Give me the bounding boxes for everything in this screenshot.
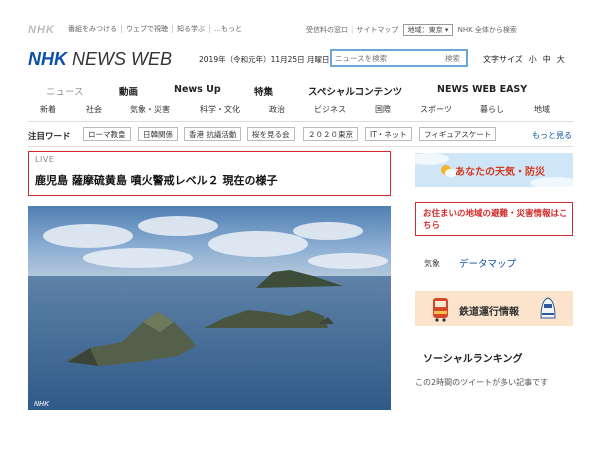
utility-link-learn[interactable]: 知る学ぶ bbox=[172, 25, 209, 33]
category-weather-disaster[interactable]: 気象・災害 bbox=[130, 104, 170, 115]
region-select[interactable]: 地域：東京 ▾ bbox=[402, 24, 454, 36]
category-regional[interactable]: 地域 bbox=[534, 104, 550, 115]
category-international[interactable]: 国際 bbox=[375, 104, 391, 115]
font-size-medium[interactable]: 中 bbox=[543, 55, 551, 64]
divider bbox=[28, 121, 573, 122]
live-badge: LIVE bbox=[35, 155, 55, 164]
keyword-tag[interactable]: 日韓関係 bbox=[138, 127, 178, 141]
nav-news-up[interactable]: News Up bbox=[174, 84, 221, 95]
keyword-tag[interactable]: 香港 抗議活動 bbox=[184, 127, 242, 141]
font-size-large[interactable]: 大 bbox=[557, 55, 565, 64]
island-aerial-image: NHK bbox=[28, 206, 391, 410]
utility-link-find-programs[interactable]: 番組をみつける bbox=[64, 25, 121, 33]
nav-features[interactable]: 特集 bbox=[254, 84, 273, 98]
sitemap-link[interactable]: サイトマップ bbox=[356, 26, 398, 34]
evacuation-info-label: お住まいの地域の避難・災害情報はこちら bbox=[423, 209, 568, 231]
photo-watermark: NHK bbox=[34, 401, 50, 408]
nav-video[interactable]: 動画 bbox=[119, 84, 138, 98]
nhk-all-search-link[interactable]: NHK 全体から検索 bbox=[458, 26, 517, 34]
utility-links: 番組をみつける ウェブで視聴 知る学ぶ …もっと bbox=[64, 24, 246, 34]
nav-special-contents[interactable]: スペシャルコンテンツ bbox=[308, 84, 402, 98]
site-logo[interactable]: NHK NEWS WEB bbox=[28, 49, 172, 70]
search-input[interactable] bbox=[335, 51, 435, 65]
category-science-culture[interactable]: 科学・文化 bbox=[200, 104, 240, 115]
chevron-down-icon: ▾ bbox=[444, 26, 449, 34]
data-map-link[interactable]: データマップ bbox=[459, 256, 516, 270]
font-size-label: 文字サイズ bbox=[483, 55, 523, 64]
utility-link-more[interactable]: …もっと bbox=[209, 25, 246, 33]
keywords-more-link[interactable]: もっと見る bbox=[532, 130, 572, 141]
utility-right: 受信料の窓口 | サイトマップ 地域：東京 ▾ NHK 全体から検索 bbox=[306, 24, 517, 36]
category-politics[interactable]: 政治 bbox=[269, 104, 285, 115]
train-info-banner[interactable]: 鉄道運行情報 bbox=[415, 291, 573, 326]
font-size-small[interactable]: 小 bbox=[529, 55, 537, 64]
evacuation-info-banner[interactable]: お住まいの地域の避難・災害情報はこちら bbox=[415, 202, 573, 236]
keyword-tag[interactable]: IT・ネット bbox=[365, 127, 412, 141]
category-living[interactable]: 暮らし bbox=[480, 104, 504, 115]
font-size-control: 文字サイズ小中大 bbox=[483, 54, 565, 65]
reception-link[interactable]: 受信料の窓口 bbox=[306, 26, 348, 34]
weather-banner[interactable]: あなたの天気・防災 bbox=[415, 153, 573, 187]
logo-news-web: NEWS WEB bbox=[72, 49, 173, 69]
live-headline-card[interactable]: LIVE 鹿児島 薩摩硫黄島 噴火警戒レベル２ 現在の様子 bbox=[28, 151, 391, 196]
trending-keywords-label: 注目ワード bbox=[28, 132, 71, 142]
weather-banner-label: あなたの天気・防災 bbox=[455, 167, 545, 178]
search-button[interactable]: 検索 bbox=[445, 53, 460, 64]
nhk-corporate-logo[interactable]: NHK bbox=[28, 24, 55, 36]
keyword-tag[interactable]: 桜を見る会 bbox=[247, 127, 295, 141]
bullet-train-icon bbox=[540, 297, 556, 319]
social-ranking-description: この2時間のツイートが多い記事です bbox=[415, 378, 549, 387]
train-info-label: 鉄道運行情報 bbox=[459, 307, 519, 318]
current-date: 2019年（令和元年）11月25日 月曜日 bbox=[199, 55, 330, 64]
nav-news-web-easy[interactable]: NEWS WEB EASY bbox=[437, 84, 527, 95]
nav-news[interactable]: ニュース bbox=[46, 84, 84, 98]
keyword-tag[interactable]: ２０２０東京 bbox=[303, 127, 358, 141]
keyword-tag[interactable]: フィギュアスケート bbox=[419, 127, 497, 141]
divider bbox=[28, 146, 573, 147]
category-society[interactable]: 社会 bbox=[86, 104, 102, 115]
category-latest[interactable]: 新着 bbox=[40, 104, 56, 115]
logo-nhk: NHK bbox=[28, 49, 67, 69]
news-photo[interactable]: NHK bbox=[28, 206, 391, 410]
category-business[interactable]: ビジネス bbox=[314, 104, 346, 115]
headline-title[interactable]: 鹿児島 薩摩硫黄島 噴火警戒レベル２ 現在の様子 bbox=[35, 172, 278, 188]
social-ranking-title: ソーシャルランキング bbox=[423, 354, 523, 365]
weather-category-label: 気象 bbox=[424, 259, 440, 268]
train-icon bbox=[433, 298, 448, 322]
category-sports[interactable]: スポーツ bbox=[420, 104, 452, 115]
keyword-tag[interactable]: ローマ教皇 bbox=[83, 127, 131, 141]
search-box: 検索 bbox=[330, 49, 468, 67]
utility-link-watch-web[interactable]: ウェブで視聴 bbox=[121, 25, 172, 33]
